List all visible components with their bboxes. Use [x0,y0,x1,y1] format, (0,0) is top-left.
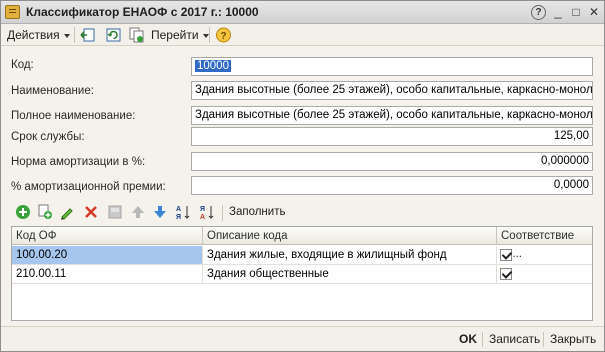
bottom-bar: OK Записать Закрыть [1,326,604,351]
service-life-field[interactable]: 125,00 [191,127,593,146]
table-row[interactable]: 100.00.20 Здания жилые, входящие в жилищ… [12,246,592,265]
fill-button[interactable]: Заполнить [229,206,285,218]
toolbar-divider [209,27,210,43]
match-checkbox[interactable] [500,249,512,261]
goto-menu-label: Перейти [151,28,199,42]
depreciation-rate-field[interactable]: 0,000000 [191,152,593,171]
bottom-divider [482,332,483,347]
ok-button[interactable]: OK [459,332,477,346]
column-header-match[interactable]: Соответствие ус... [497,227,592,260]
goto-menu[interactable]: Перейти [151,28,209,42]
close-button[interactable]: ✕ [585,4,603,20]
code-value: 10000 [195,60,231,72]
copy-icon[interactable] [128,27,145,43]
row-description-cell[interactable]: Здания жилые, входящие в жилищный фонд [203,246,497,264]
svg-text:A: A [200,214,205,220]
add-icon[interactable] [15,204,31,220]
code-field[interactable]: 10000 [191,57,593,76]
minimize-button[interactable]: _ [549,4,567,20]
svg-text:?: ? [220,31,226,42]
match-checkbox[interactable] [500,268,512,280]
main-toolbar: Действия Перейти ? [1,24,604,46]
row-match-cell[interactable] [497,265,592,283]
full-name-field[interactable]: Здания высотные (более 25 этажей), особо… [191,106,593,125]
code-label: Код: [11,59,34,71]
bottom-divider [543,332,544,347]
full-name-label: Полное наименование: [11,110,136,122]
go-up-icon[interactable] [79,27,96,43]
service-life-label: Срок службы: [11,131,85,143]
row-description-cell[interactable]: Здания общественные [203,265,497,283]
bonus-percent-label: % амортизационной премии: [11,181,166,193]
svg-text:A: A [176,206,181,213]
table-header: Код ОФ Описание кода Соответствие ус... [12,227,592,260]
name-label: Наименование: [11,85,94,97]
delete-icon[interactable] [83,204,99,220]
help-button[interactable]: ? [531,5,546,20]
row-code-cell[interactable]: 210.00.11 [12,265,203,283]
maximize-button[interactable]: □ [567,4,585,20]
edit-icon[interactable] [59,204,75,220]
row-code-cell[interactable]: 100.00.20 [12,246,203,264]
refresh-icon[interactable] [105,27,122,43]
sort-asc-icon[interactable]: A Я [175,204,191,220]
window-title: Классификатор ЕНАОФ с 2017 г.: 10000 [26,5,259,19]
toolbar-divider [222,205,223,221]
actions-menu-label: Действия [7,28,60,42]
bonus-percent-field[interactable]: 0,0000 [191,176,593,195]
end-edit-icon[interactable] [107,204,123,220]
classifier-window: Классификатор ЕНАОФ с 2017 г.: 10000 ? _… [0,0,605,352]
actions-menu[interactable]: Действия [7,28,70,42]
name-field[interactable]: Здания высотные (более 25 этажей), особо… [191,81,593,100]
row-match-cell[interactable] [497,246,592,264]
table-row[interactable]: 210.00.11 Здания общественные [12,265,592,284]
save-button[interactable]: Записать [489,332,540,346]
column-header-code[interactable]: Код ОФ [12,227,203,245]
sort-desc-icon[interactable]: Я A [199,204,215,220]
copy-row-icon[interactable] [37,204,53,220]
svg-text:Я: Я [200,206,205,213]
depreciation-rate-label: Норма амортизации в %: [11,156,146,168]
document-icon [5,5,20,19]
codes-table: Код ОФ Описание кода Соответствие ус... … [11,226,593,321]
title-bar: Классификатор ЕНАОФ с 2017 г.: 10000 ? _… [1,1,604,24]
chevron-down-icon [63,33,70,38]
svg-text:Я: Я [176,214,181,220]
table-toolbar: A Я Я A Заполнить [11,203,593,223]
move-up-icon[interactable] [130,204,146,220]
help-icon[interactable]: ? [215,27,232,43]
chevron-down-icon [202,33,209,38]
move-down-icon[interactable] [152,204,168,220]
toolbar-divider [74,27,75,43]
close-form-button[interactable]: Закрыть [550,332,596,346]
column-header-description[interactable]: Описание кода [203,227,497,245]
